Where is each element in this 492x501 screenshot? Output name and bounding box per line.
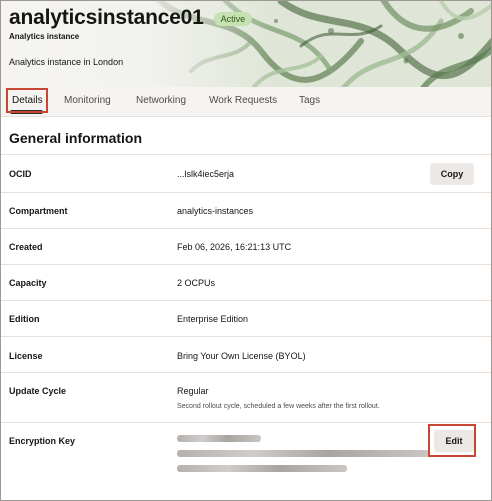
resource-type-label: Analytics instance bbox=[9, 32, 80, 41]
edition-label: Edition bbox=[9, 314, 40, 324]
general-information-panel: General information OCID ...lslk4iec5erj… bbox=[1, 118, 491, 500]
tab-bar: Details Monitoring Networking Work Reque… bbox=[1, 87, 491, 117]
analytics-instance-details-page: analyticsinstance01 Active Analytics ins… bbox=[0, 0, 492, 501]
license-value: Bring Your Own License (BYOL) bbox=[177, 351, 306, 361]
tab-work-requests[interactable]: Work Requests bbox=[209, 95, 277, 106]
row-created: Created Feb 06, 2026, 16:21:13 UTC bbox=[1, 228, 491, 264]
update-cycle-value: Regular bbox=[177, 386, 209, 396]
edit-button-highlight bbox=[428, 424, 476, 457]
copy-ocid-button[interactable]: Copy bbox=[430, 163, 474, 185]
created-value: Feb 06, 2026, 16:21:13 UTC bbox=[177, 242, 292, 252]
ocid-value: ...lslk4iec5erja bbox=[177, 169, 235, 179]
capacity-value: 2 OCPUs bbox=[177, 278, 216, 288]
license-label: License bbox=[9, 351, 43, 361]
row-compartment: Compartment analytics-instances bbox=[1, 192, 491, 228]
row-update-cycle: Update Cycle Regular Second rollout cycl… bbox=[1, 372, 491, 422]
ocid-label: OCID bbox=[9, 169, 32, 179]
details-tab-highlight bbox=[6, 88, 48, 113]
tab-networking[interactable]: Networking bbox=[136, 95, 186, 106]
title-row: analyticsinstance01 Active bbox=[9, 6, 253, 30]
tab-tags[interactable]: Tags bbox=[299, 95, 320, 106]
encryption-key-redacted-line-3 bbox=[177, 465, 347, 472]
section-title: General information bbox=[9, 130, 143, 146]
row-ocid: OCID ...lslk4iec5erja Copy bbox=[1, 154, 491, 192]
resource-description: Analytics instance in London bbox=[9, 57, 124, 67]
tab-monitoring[interactable]: Monitoring bbox=[64, 95, 111, 106]
page-title: analyticsinstance01 bbox=[9, 6, 204, 29]
status-badge: Active bbox=[213, 12, 253, 26]
row-license: License Bring Your Own License (BYOL) bbox=[1, 336, 491, 372]
encryption-key-label: Encryption Key bbox=[9, 436, 76, 446]
compartment-label: Compartment bbox=[9, 206, 68, 216]
page-header: analyticsinstance01 Active Analytics ins… bbox=[1, 1, 491, 87]
row-encryption-key: Encryption Key Edit bbox=[1, 422, 491, 500]
encryption-key-redacted-line-2 bbox=[177, 450, 429, 457]
row-capacity: Capacity 2 OCPUs bbox=[1, 264, 491, 300]
capacity-label: Capacity bbox=[9, 278, 47, 288]
edition-value: Enterprise Edition bbox=[177, 314, 249, 324]
update-cycle-label: Update Cycle bbox=[9, 386, 67, 396]
row-edition: Edition Enterprise Edition bbox=[1, 300, 491, 336]
created-label: Created bbox=[9, 242, 43, 252]
encryption-key-redacted-line-1 bbox=[177, 435, 261, 442]
compartment-value: analytics-instances bbox=[177, 206, 254, 216]
update-cycle-note: Second rollout cycle, scheduled a few we… bbox=[177, 403, 380, 410]
